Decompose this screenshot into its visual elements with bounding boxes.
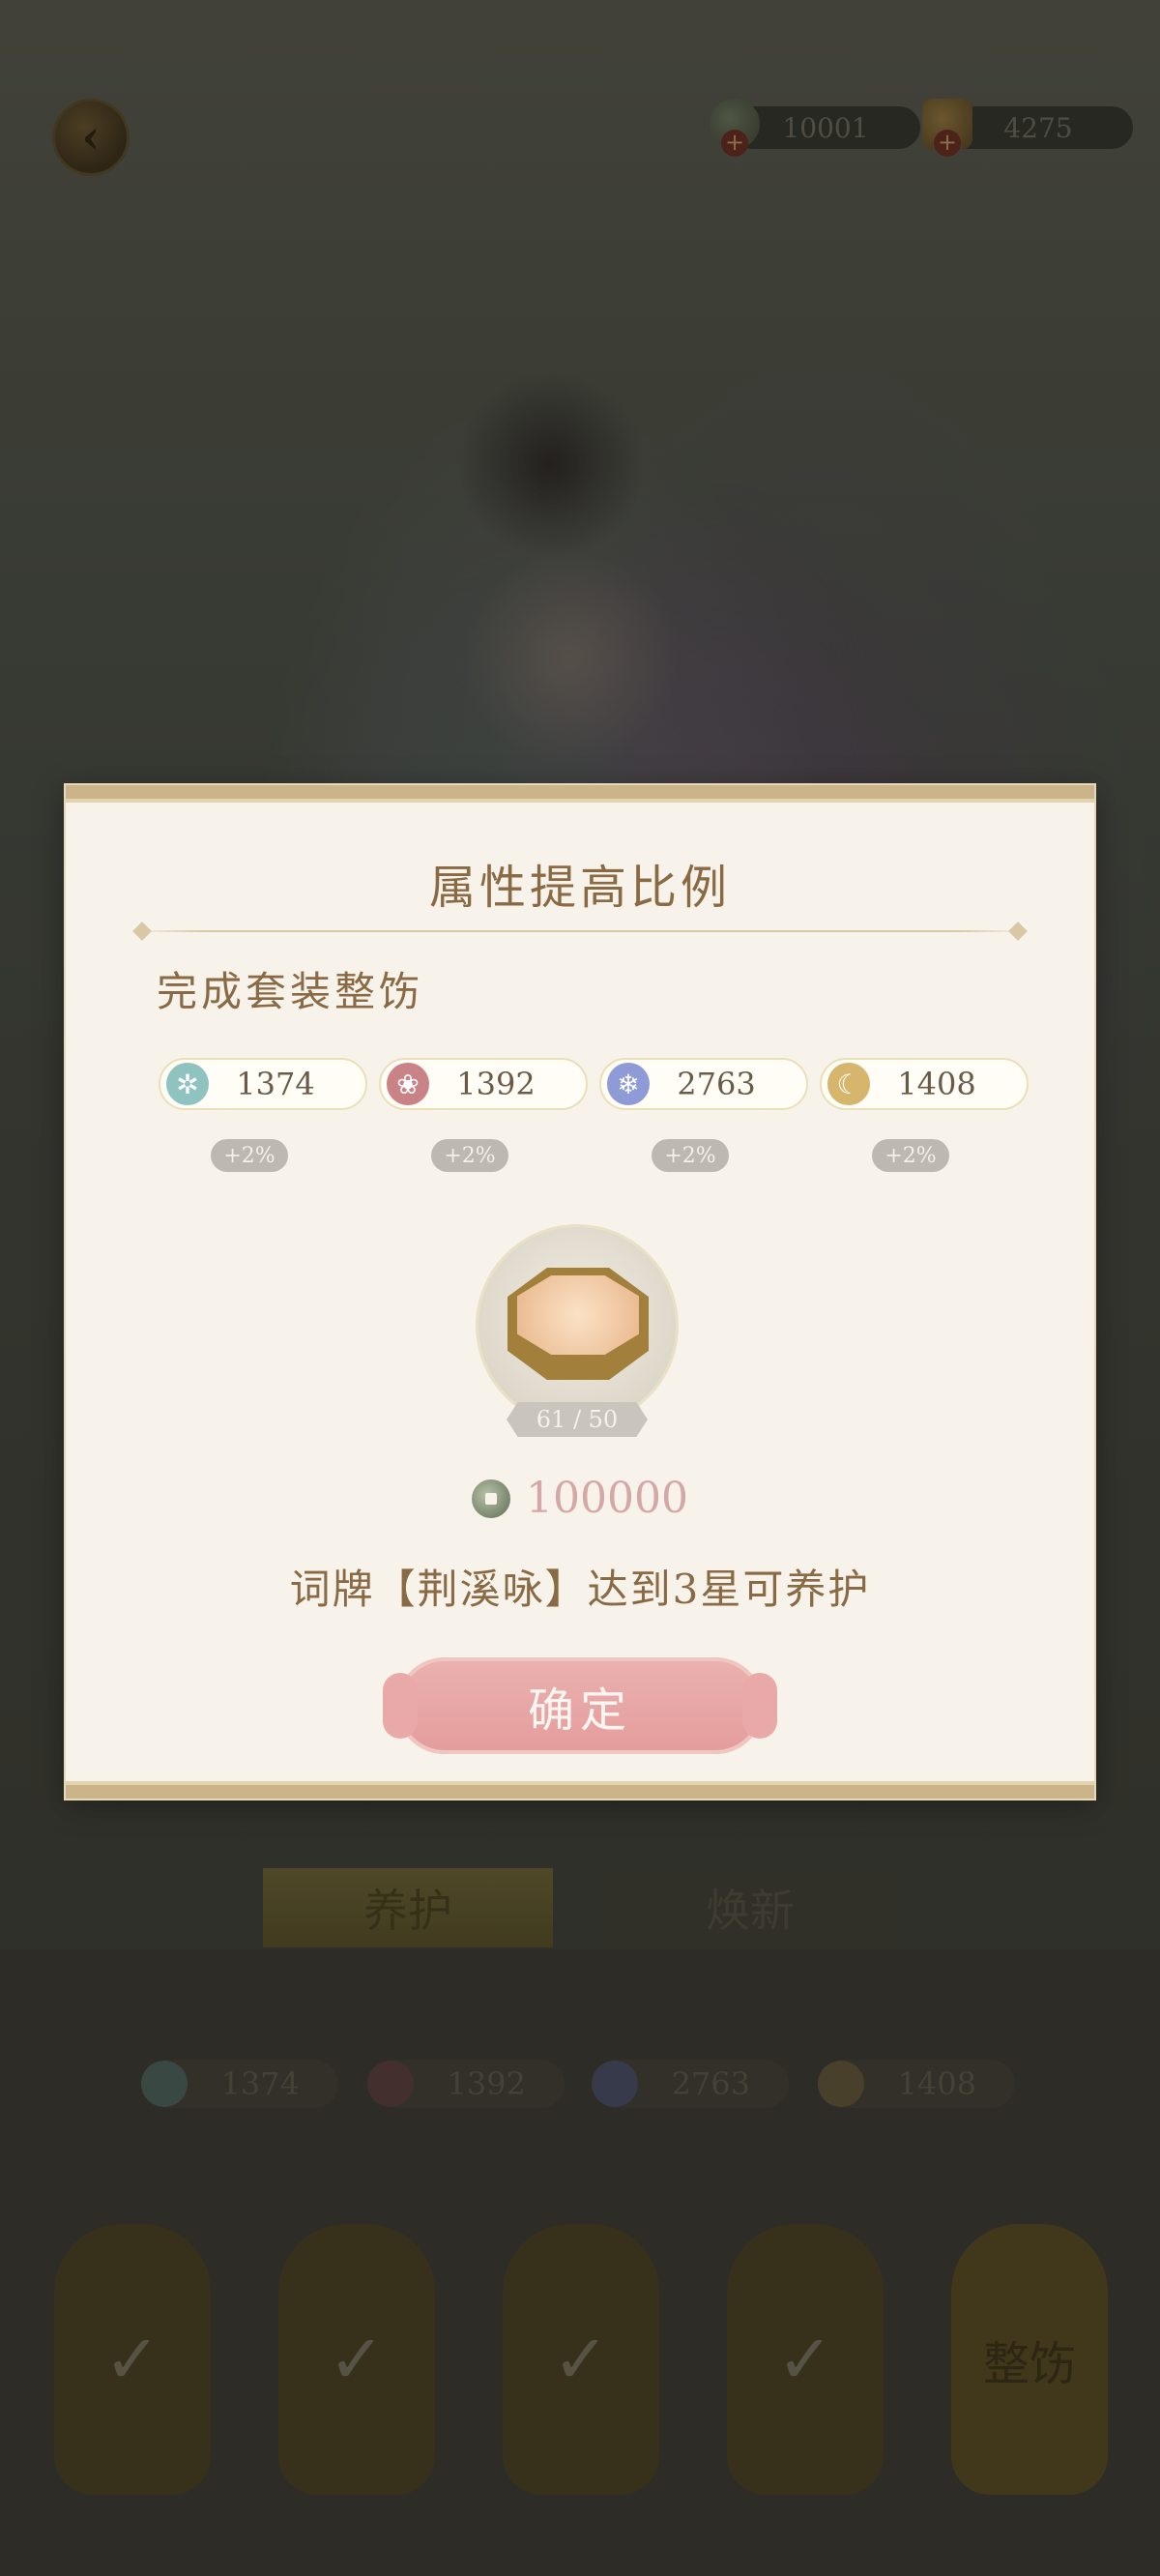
cost-row: 100000 bbox=[66, 1474, 1094, 1523]
item-count: 61 / 50 bbox=[507, 1402, 648, 1437]
confirm-button[interactable]: 确定 bbox=[383, 1657, 777, 1754]
title-divider bbox=[131, 922, 1029, 941]
dialog-title: 属性提高比例 bbox=[428, 861, 731, 915]
item-icon-frame bbox=[476, 1224, 679, 1427]
attribute-value: 1374 bbox=[236, 1066, 315, 1102]
attribute-value: 1408 bbox=[897, 1066, 976, 1102]
attribute-value: 2763 bbox=[677, 1066, 756, 1102]
moon-icon: ☾ bbox=[827, 1063, 870, 1105]
attribute-pill-moon: ☾ 1408 bbox=[820, 1058, 1029, 1110]
bonus-badge: +2% bbox=[872, 1139, 949, 1172]
requirement-text: 词牌【荆溪咏】达到3星可养护 bbox=[289, 1566, 871, 1613]
attribute-pill-jade: ✲ 1374 bbox=[159, 1058, 367, 1110]
lotus-icon: ❀ bbox=[387, 1063, 429, 1105]
jade-wheel-icon: ✲ bbox=[166, 1063, 209, 1105]
snowflake-icon: ❄ bbox=[607, 1063, 650, 1105]
confirm-label: 确定 bbox=[527, 1683, 632, 1738]
dialog-subtitle: 完成套装整饬 bbox=[157, 968, 424, 1015]
bonus-badge: +2% bbox=[652, 1139, 729, 1172]
bonus-badge: +2% bbox=[431, 1139, 508, 1172]
bonus-badge: +2% bbox=[211, 1139, 288, 1172]
attribute-pill-lotus: ❀ 1392 bbox=[379, 1058, 588, 1110]
cost-value: 100000 bbox=[526, 1474, 688, 1523]
attribute-pill-snow: ❄ 2763 bbox=[599, 1058, 808, 1110]
attribute-bonus-dialog: 属性提高比例 完成套装整饬 ✲ 1374 ❀ 1392 ❄ 2763 ☾ 140… bbox=[66, 785, 1094, 1799]
jade-coin-icon bbox=[472, 1478, 511, 1518]
attribute-value: 1392 bbox=[456, 1066, 536, 1102]
